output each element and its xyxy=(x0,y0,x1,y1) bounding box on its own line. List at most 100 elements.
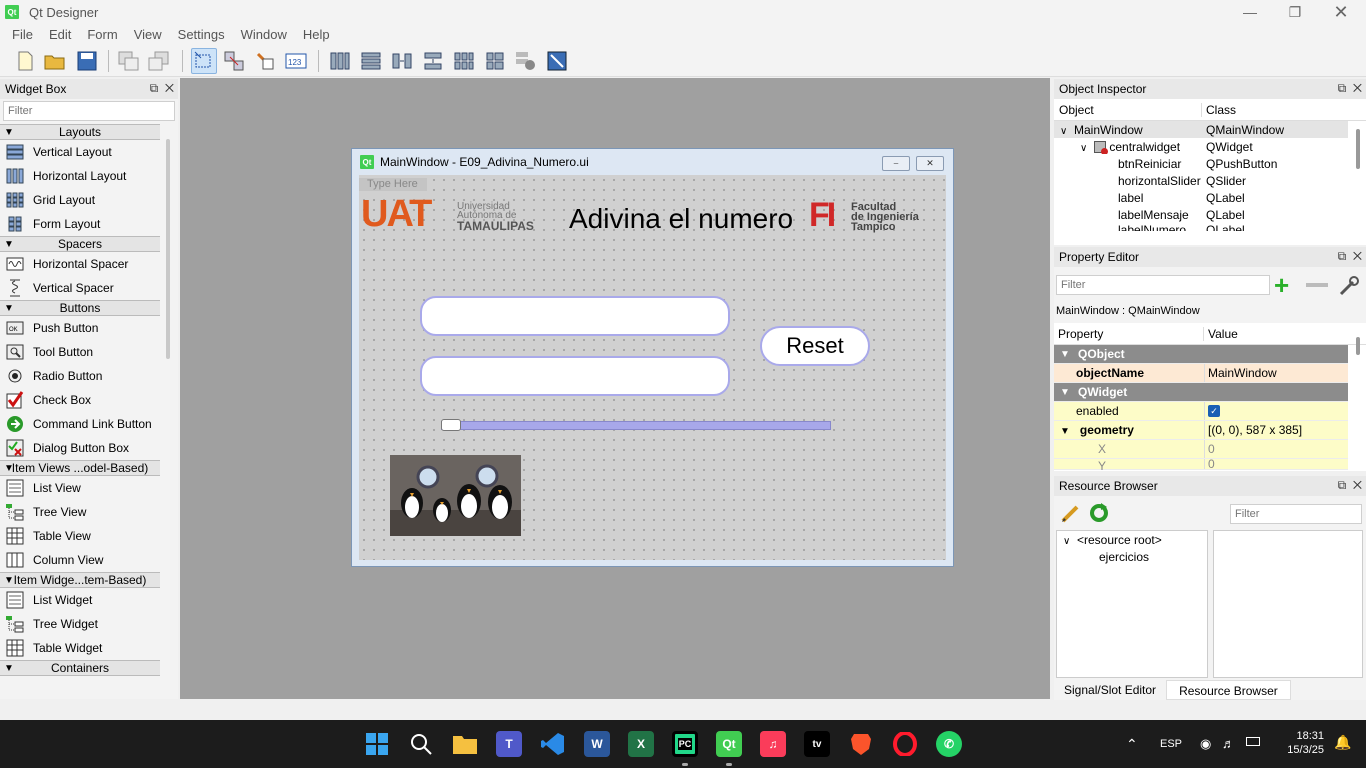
widget-tree-widget[interactable]: Tree Widget xyxy=(0,612,160,636)
prop-geometry-x[interactable]: X0 xyxy=(1054,440,1348,459)
category-containers[interactable]: ▼ Containers xyxy=(0,660,160,676)
widget-list-widget[interactable]: List Widget xyxy=(0,588,160,612)
widget-horizontal-spacer[interactable]: Horizontal Spacer xyxy=(0,252,160,276)
widget-push-button[interactable]: OK Push Button xyxy=(0,316,160,340)
battery-icon[interactable] xyxy=(1246,737,1260,746)
group-qobject[interactable]: ▼ QObject xyxy=(1054,345,1348,364)
widget-vertical-spacer[interactable]: Vertical Spacer xyxy=(0,276,160,300)
notification-icon[interactable]: 🔔 xyxy=(1334,734,1351,751)
property-filter-input[interactable] xyxy=(1056,275,1270,295)
tab-resource-browser[interactable]: Resource Browser xyxy=(1166,680,1291,700)
edit-tab-order-icon[interactable]: 123 xyxy=(283,48,309,74)
bring-to-front-icon[interactable] xyxy=(146,48,172,74)
number-input[interactable] xyxy=(420,296,730,336)
pycharm-icon[interactable]: PC xyxy=(672,731,698,757)
remove-property-icon[interactable] xyxy=(1306,283,1328,287)
message-output[interactable] xyxy=(420,356,730,396)
widget-command-link-button[interactable]: Command Link Button xyxy=(0,412,160,436)
edit-widgets-icon[interactable] xyxy=(191,48,217,74)
edit-buddies-icon[interactable] xyxy=(252,48,278,74)
category-buttons[interactable]: ▼ Buttons xyxy=(0,300,160,316)
panel-float-close-icons[interactable]: ⧉ ✕ xyxy=(1338,81,1362,96)
volume-icon[interactable]: ♬ xyxy=(1222,736,1235,751)
whatsapp-icon[interactable]: ✆ xyxy=(936,731,962,757)
object-inspector-scrollbar[interactable] xyxy=(1356,129,1360,169)
tab-signal-slot-editor[interactable]: Signal/Slot Editor xyxy=(1054,680,1166,700)
layout-splitter-h-icon[interactable] xyxy=(389,48,415,74)
menu-settings[interactable]: Settings xyxy=(170,27,233,42)
resource-ejercicios[interactable]: ejercicios xyxy=(1057,547,1207,564)
widget-table-view[interactable]: Table View xyxy=(0,524,160,548)
search-icon[interactable] xyxy=(408,731,434,757)
property-editor-scrollbar[interactable] xyxy=(1356,337,1360,355)
prop-objectname[interactable]: objectName MainWindow xyxy=(1054,364,1348,383)
layout-vertical-icon[interactable] xyxy=(358,48,384,74)
widget-form-layout[interactable]: Form Layout xyxy=(0,212,160,236)
tree-row-horizontalslider[interactable]: horizontalSlider QSlider xyxy=(1054,172,1348,189)
tree-row-labelnumero[interactable]: labelNumero QLabel xyxy=(1054,223,1348,231)
configure-icon[interactable] xyxy=(1338,275,1360,300)
layout-form-icon[interactable] xyxy=(482,48,508,74)
widget-box-scrollbar[interactable] xyxy=(166,139,170,359)
menu-help[interactable]: Help xyxy=(295,27,338,42)
form-canvas[interactable]: Type Here UAT Universidad Autónoma de TA… xyxy=(359,175,946,560)
layout-splitter-v-icon[interactable] xyxy=(420,48,446,74)
restore-icon[interactable]: ❐ xyxy=(1272,0,1318,24)
widget-grid-layout[interactable]: Grid Layout xyxy=(0,188,160,212)
col-property[interactable]: Property xyxy=(1054,326,1204,341)
slider-handle[interactable] xyxy=(441,419,461,431)
col-value[interactable]: Value xyxy=(1204,327,1238,341)
open-folder-icon[interactable] xyxy=(42,48,68,74)
tree-row-labelmensaje[interactable]: labelMensaje QLabel xyxy=(1054,206,1348,223)
form-window[interactable]: Qt MainWindow - E09_Adivina_Numero.ui ⎯ … xyxy=(351,148,954,567)
widget-list-view[interactable]: List View xyxy=(0,476,160,500)
menu-file[interactable]: File xyxy=(4,27,41,42)
widget-radio-button[interactable]: Radio Button xyxy=(0,364,160,388)
panel-float-close-icons[interactable]: ⧉ ✕ xyxy=(150,81,174,96)
file-explorer-icon[interactable] xyxy=(452,731,478,757)
prop-geometry-y[interactable]: Y0 xyxy=(1054,457,1348,470)
save-icon[interactable] xyxy=(74,48,100,74)
adjust-size-icon[interactable] xyxy=(544,48,570,74)
widget-dialog-button-box[interactable]: Dialog Button Box xyxy=(0,436,160,460)
menu-window[interactable]: Window xyxy=(233,27,295,42)
menubar-type-here[interactable]: Type Here xyxy=(359,178,427,191)
panel-float-close-icons[interactable]: ⧉ ✕ xyxy=(1338,249,1362,264)
tree-row-centralwidget[interactable]: ∨ centralwidget QWidget xyxy=(1054,138,1348,155)
tree-row-btnreiniciar[interactable]: btnReiniciar QPushButton xyxy=(1054,155,1348,172)
menu-form[interactable]: Form xyxy=(79,27,125,42)
word-icon[interactable]: W xyxy=(584,731,610,757)
language-indicator[interactable]: ESP xyxy=(1160,738,1182,750)
widget-tree-view[interactable]: Tree View xyxy=(0,500,160,524)
excel-icon[interactable]: X xyxy=(628,731,654,757)
tray-chevron-icon[interactable]: ⌃ xyxy=(1126,736,1138,753)
reload-icon[interactable] xyxy=(1088,502,1110,527)
wifi-icon[interactable]: ◉ xyxy=(1200,736,1211,752)
break-layout-icon[interactable] xyxy=(513,48,539,74)
category-item-views[interactable]: ▼ Item Views ...odel-Based) xyxy=(0,460,160,476)
layout-horizontal-icon[interactable] xyxy=(327,48,353,74)
widget-check-box[interactable]: Check Box xyxy=(0,388,160,412)
send-to-back-icon[interactable] xyxy=(116,48,142,74)
form-minimize-icon[interactable]: ⎯ xyxy=(882,156,910,171)
category-spacers[interactable]: ▼ Spacers xyxy=(0,236,160,252)
enabled-checkbox[interactable]: ✓ xyxy=(1208,405,1220,417)
music-icon[interactable]: ♫ xyxy=(760,731,786,757)
menu-edit[interactable]: Edit xyxy=(41,27,79,42)
tree-row-label[interactable]: label QLabel xyxy=(1054,189,1348,206)
horizontal-slider[interactable] xyxy=(441,421,831,430)
group-qwidget[interactable]: ▼ QWidget xyxy=(1054,383,1348,402)
teams-icon[interactable]: T xyxy=(496,731,522,757)
widget-table-widget[interactable]: Table Widget xyxy=(0,636,160,660)
prop-enabled[interactable]: enabled ✓ xyxy=(1054,402,1348,421)
form-close-icon[interactable]: ✕ xyxy=(916,156,944,171)
tree-row-mainwindow[interactable]: ∨ MainWindow QMainWindow xyxy=(1054,121,1348,138)
widget-vertical-layout[interactable]: Vertical Layout xyxy=(0,140,160,164)
category-item-widgets[interactable]: ▼ Item Widge...tem-Based) xyxy=(0,572,160,588)
widget-filter-input[interactable] xyxy=(3,101,175,121)
reset-button[interactable]: Reset xyxy=(760,326,870,366)
widget-column-view[interactable]: Column View xyxy=(0,548,160,572)
brave-icon[interactable] xyxy=(848,731,874,757)
menu-view[interactable]: View xyxy=(126,27,170,42)
add-property-icon[interactable]: + xyxy=(1274,272,1289,298)
